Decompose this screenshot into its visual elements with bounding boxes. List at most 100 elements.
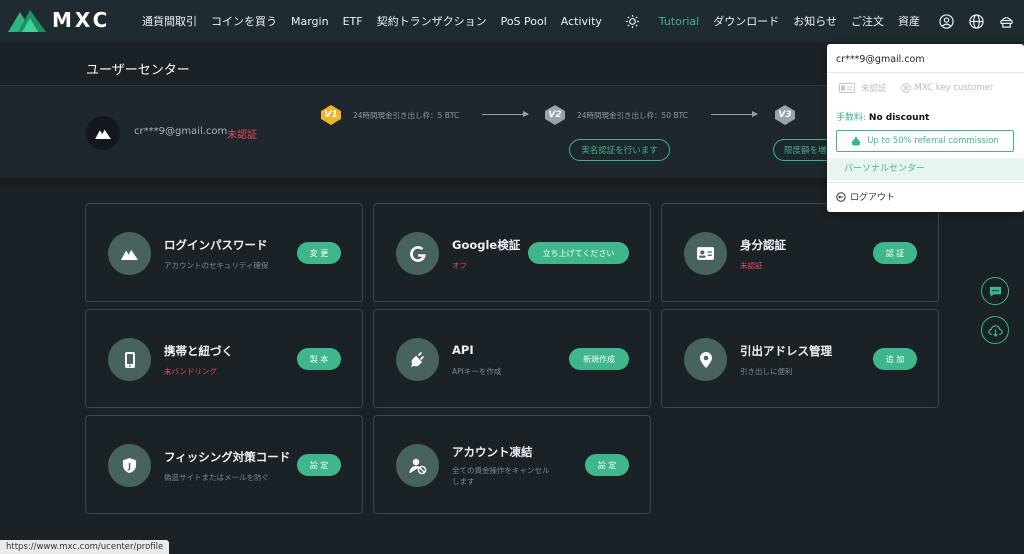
nav-item-etf[interactable]: ETF bbox=[343, 15, 363, 28]
download-app-button[interactable] bbox=[981, 316, 1009, 344]
fee-value: No discount bbox=[868, 113, 930, 123]
brand-name: MXC bbox=[52, 8, 111, 32]
card-anti-phishing: J フィッシング対策コード 偽造サイトまたはメールを防ぐ 設 定 bbox=[85, 415, 363, 514]
dropdown-email: cr***9@gmail.com bbox=[836, 54, 925, 65]
dropdown-mxc-key: MXC key customer bbox=[914, 83, 994, 93]
shield-icon: J bbox=[108, 444, 151, 487]
card-subtitle: 未認証 bbox=[740, 261, 763, 270]
dropdown-fee: 手数料: No discount bbox=[836, 110, 929, 123]
id-card-icon bbox=[839, 83, 855, 93]
nav-item-announcements[interactable]: お知らせ bbox=[793, 13, 837, 29]
card-title: Google検証 bbox=[452, 238, 521, 252]
nav-item-pos-pool[interactable]: PoS Pool bbox=[501, 15, 547, 28]
card-api: API APIキーを作成 新規作成 bbox=[373, 309, 651, 408]
divider bbox=[827, 182, 1024, 183]
set-anti-phishing-button[interactable]: 設 定 bbox=[297, 454, 341, 476]
card-title: フィッシング対策コード bbox=[164, 450, 291, 464]
card-withdraw-address: 引出アドレス管理 引き出しに便利 追 加 bbox=[661, 309, 939, 408]
money-bag-icon bbox=[851, 137, 861, 146]
nav-item-tutorial[interactable]: Tutorial bbox=[659, 15, 699, 28]
card-phone-binding: 携帯と紐づく 未バンドリング 製 本 bbox=[85, 309, 363, 408]
service-icon[interactable] bbox=[998, 13, 1014, 29]
account-dropdown-menu: cr***9@gmail.com 未認証 MXC key customer 手数… bbox=[827, 44, 1024, 212]
card-google-auth: Google検証 オフ 立ち上げてください bbox=[373, 203, 651, 302]
enable-google-auth-button[interactable]: 立ち上げてください bbox=[528, 242, 629, 264]
nav-item-buy-coin[interactable]: コインを買う bbox=[211, 13, 277, 29]
card-subtitle: 偽造サイトまたはメールを防ぐ bbox=[164, 473, 269, 482]
card-subtitle: アカウントのセキュリティ確保 bbox=[164, 261, 269, 270]
nav-item-orders[interactable]: ご注文 bbox=[851, 13, 884, 29]
create-api-key-button[interactable]: 新規作成 bbox=[569, 348, 629, 370]
page-title: ユーザーセンター bbox=[86, 63, 190, 78]
globe-icon[interactable] bbox=[968, 13, 984, 29]
avatar bbox=[86, 116, 120, 150]
top-navigation: MXC 通貨間取引 コインを買う Margin ETF 契約トランザクション P… bbox=[0, 0, 1024, 42]
card-title: アカウント凍結 bbox=[452, 445, 533, 459]
mxc-avatar-icon bbox=[95, 129, 111, 139]
nav-right: Tutorial ダウンロード お知らせ ご注文 資産 bbox=[611, 0, 1014, 42]
sun-icon[interactable] bbox=[625, 13, 641, 29]
dropdown-verify-status: 未認証 bbox=[861, 84, 887, 94]
logo-icon bbox=[108, 232, 151, 275]
arrow-icon bbox=[482, 111, 529, 117]
card-title: 携帯と紐づく bbox=[164, 344, 233, 358]
verification-status: 未認証 bbox=[227, 130, 257, 141]
card-title: API bbox=[452, 343, 474, 357]
mxc-logo-icon bbox=[8, 10, 46, 32]
level-v1-limit: 24時間現金引き出し枠：5 BTC bbox=[353, 111, 460, 120]
card-subtitle: 引き出しに便利 bbox=[740, 367, 793, 376]
bind-phone-button[interactable]: 製 本 bbox=[297, 348, 341, 370]
add-address-button[interactable]: 追 加 bbox=[873, 348, 917, 370]
card-subtitle: 全ての資金操作をキャンセルします bbox=[452, 466, 550, 486]
nav-item-contract[interactable]: 契約トランザクション bbox=[377, 13, 487, 29]
plug-icon bbox=[396, 338, 439, 381]
phone-icon bbox=[108, 338, 151, 381]
logout-item[interactable]: ログアウト bbox=[836, 190, 895, 203]
user-icon[interactable] bbox=[938, 13, 954, 29]
card-subtitle: 未バンドリング bbox=[164, 367, 217, 376]
card-title: ログインパスワード bbox=[164, 238, 268, 252]
browser-status-url: https://www.mxc.com/ucenter/profile bbox=[0, 540, 170, 554]
nav-item-spot[interactable]: 通貨間取引 bbox=[142, 13, 197, 29]
logout-label: ログアウト bbox=[850, 193, 896, 203]
location-icon bbox=[684, 338, 727, 381]
increase-limit-button[interactable]: 限度額を増 bbox=[773, 139, 835, 161]
nav-item-margin[interactable]: Margin bbox=[291, 15, 329, 28]
card-title: 引出アドレス管理 bbox=[740, 344, 832, 358]
card-account-freeze: アカウント凍結 全ての資金操作をキャンセルします 設 定 bbox=[373, 415, 651, 514]
key-circle-icon bbox=[900, 83, 911, 93]
user-email: cr***9@gmail.com bbox=[134, 126, 228, 137]
real-name-verify-button[interactable]: 実名認証を行います bbox=[569, 139, 670, 161]
level-v3-badge: V3 bbox=[774, 104, 796, 126]
divider bbox=[827, 72, 1024, 73]
id-card-icon bbox=[684, 232, 727, 275]
card-identity-verification: 身分認証 未認証 認 証 bbox=[661, 203, 939, 302]
verify-identity-button[interactable]: 認 証 bbox=[873, 242, 917, 264]
google-icon bbox=[396, 232, 439, 275]
fee-label: 手数料: bbox=[836, 113, 867, 123]
set-account-freeze-button[interactable]: 設 定 bbox=[585, 454, 629, 476]
arrow-icon bbox=[711, 111, 758, 117]
main-nav: 通貨間取引 コインを買う Margin ETF 契約トランザクション PoS P… bbox=[142, 0, 616, 42]
card-login-password: ログインパスワード アカウントのセキュリティ確保 変 更 bbox=[85, 203, 363, 302]
referral-label: Up to 50% referral commission bbox=[867, 136, 999, 146]
card-subtitle: APIキーを作成 bbox=[452, 367, 502, 376]
svg-text:J: J bbox=[127, 462, 131, 471]
user-block-icon bbox=[396, 444, 439, 487]
logout-icon bbox=[836, 191, 846, 202]
chat-icon bbox=[989, 286, 1001, 297]
nav-item-assets[interactable]: 資産 bbox=[898, 13, 920, 29]
nav-item-download[interactable]: ダウンロード bbox=[713, 13, 779, 29]
referral-button[interactable]: Up to 50% referral commission bbox=[836, 130, 1014, 152]
level-v2-badge: V2 bbox=[544, 104, 566, 126]
chat-button[interactable] bbox=[981, 277, 1009, 305]
level-v2-limit: 24時間現金引き出し枠：50 BTC bbox=[577, 111, 688, 120]
change-password-button[interactable]: 変 更 bbox=[297, 242, 341, 264]
level-v1-badge: V1 bbox=[320, 104, 342, 126]
card-title: 身分認証 bbox=[740, 238, 786, 252]
nav-item-activity[interactable]: Activity bbox=[561, 15, 602, 28]
brand-logo[interactable]: MXC bbox=[8, 8, 110, 32]
personal-center-item[interactable]: パーソナルセンター bbox=[827, 158, 1024, 180]
cloud-download-icon bbox=[987, 324, 1003, 337]
dropdown-status-row: 未認証 MXC key customer bbox=[839, 82, 993, 94]
